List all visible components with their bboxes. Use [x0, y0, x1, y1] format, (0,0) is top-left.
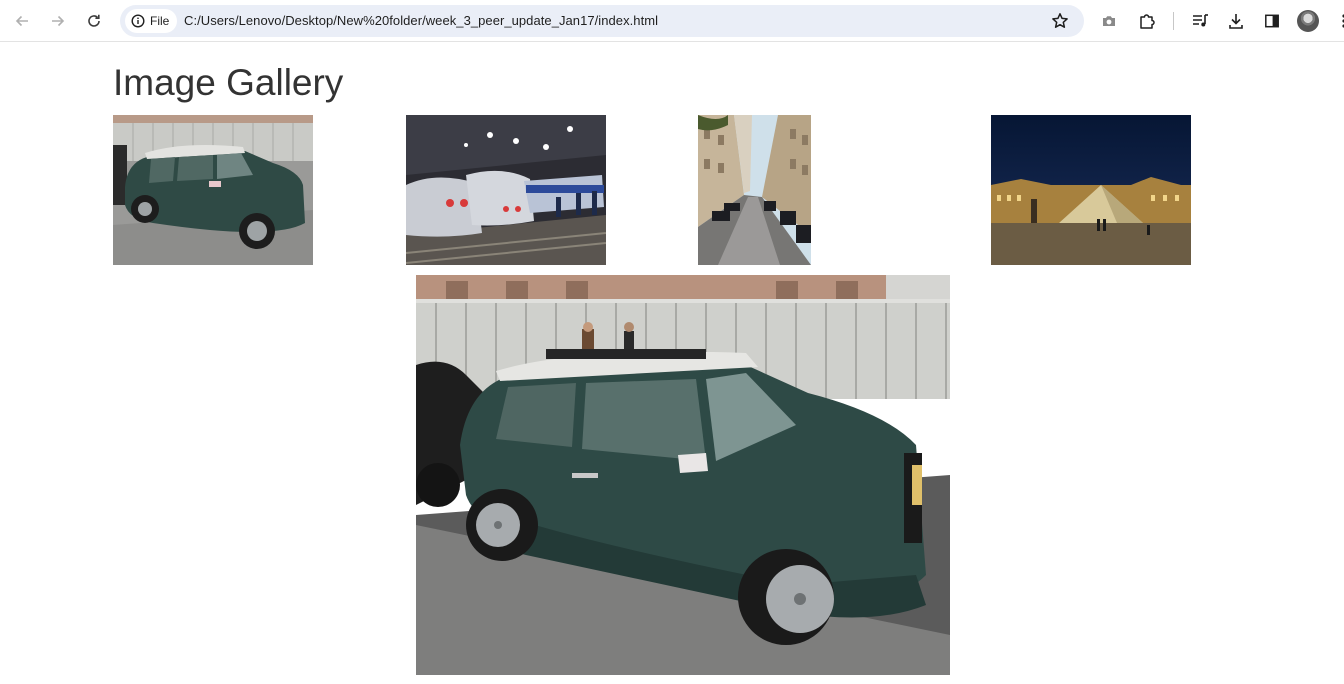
arrow-left-icon: [15, 15, 28, 27]
featured-image-mini-car[interactable]: [416, 275, 950, 675]
page-title: Image Gallery: [113, 62, 344, 103]
camera-icon: [1103, 16, 1115, 26]
thumbnail-mini-car[interactable]: [113, 115, 313, 265]
puzzle-icon: [1140, 14, 1155, 29]
star-icon: [1052, 13, 1068, 28]
back-button[interactable]: [8, 7, 36, 35]
paris-street-thumbnail-image: [698, 115, 811, 265]
side-panel-button[interactable]: [1258, 7, 1286, 35]
protocol-label: File: [150, 14, 170, 28]
downloads-button[interactable]: [1222, 7, 1250, 35]
screenshot-button[interactable]: [1095, 7, 1123, 35]
menu-button[interactable]: [1330, 7, 1344, 35]
forward-button[interactable]: [44, 7, 72, 35]
mini-car-featured-image: [416, 275, 950, 675]
thumbnail-louvre-night[interactable]: [991, 115, 1191, 265]
playlist-icon: [1193, 14, 1208, 27]
browser-toolbar: File C:/Users/Lenovo/Desktop/New%20folde…: [0, 0, 1344, 42]
site-info-chip[interactable]: File: [125, 9, 178, 33]
extensions-button[interactable]: [1133, 7, 1161, 35]
profile-avatar[interactable]: [1297, 10, 1319, 32]
louvre-night-thumbnail-image: [991, 115, 1191, 265]
train-station-thumbnail-image: [406, 115, 606, 265]
arrow-right-icon: [52, 15, 65, 27]
info-icon: [131, 14, 145, 28]
thumbnail-paris-street[interactable]: [698, 115, 811, 265]
toolbar-divider: [1173, 12, 1174, 30]
bookmark-button[interactable]: [1046, 7, 1074, 35]
media-button[interactable]: [1186, 7, 1214, 35]
thumbnail-train-station[interactable]: [406, 115, 606, 265]
side-panel-icon: [1265, 14, 1279, 28]
reload-icon: [88, 14, 100, 27]
mini-car-thumbnail-image: [113, 115, 313, 265]
download-icon: [1229, 14, 1243, 29]
url-text[interactable]: C:/Users/Lenovo/Desktop/New%20folder/wee…: [184, 13, 658, 28]
reload-button[interactable]: [80, 7, 108, 35]
address-bar[interactable]: File C:/Users/Lenovo/Desktop/New%20folde…: [120, 5, 1084, 37]
